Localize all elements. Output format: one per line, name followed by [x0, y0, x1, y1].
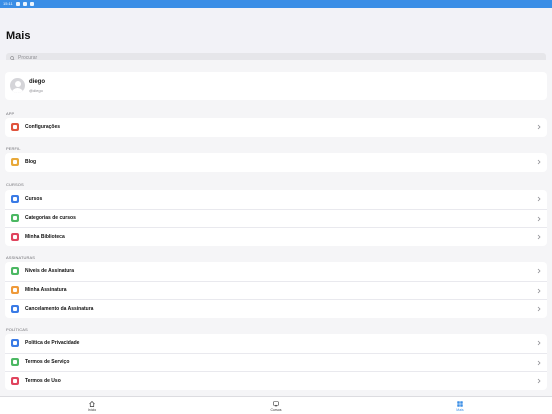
tab-label: Início [87, 408, 97, 412]
menu-item-label: Cursos [25, 196, 43, 203]
section-politicas: Política de Privacidade Termos de Serviç… [5, 334, 547, 390]
avatar [10, 78, 25, 93]
chat-icon [11, 195, 19, 204]
menu-item-label: Blog [25, 159, 37, 166]
menu-item-label: Termos de Serviço [25, 359, 70, 366]
menu-item-label: Configurações [25, 124, 61, 131]
chevron-right-icon [537, 306, 541, 312]
chevron-right-icon [537, 159, 541, 165]
tab-cursos[interactable]: Cursos [256, 397, 296, 414]
menu-item-label: Termos de Uso [25, 377, 61, 384]
menu-item-label: Política de Privacidade [25, 340, 80, 347]
menu-item-niveis[interactable]: Níveis de Assinatura [5, 262, 547, 281]
profile-name: diego [29, 79, 45, 85]
status-bar: 15:11 [0, 0, 552, 8]
user-icon [11, 304, 19, 313]
menu-item-label: Níveis de Assinatura [25, 268, 75, 275]
notification-icon [15, 2, 20, 6]
tab-mais[interactable]: Mais [440, 397, 480, 414]
document-icon [11, 339, 19, 348]
menu-item-configuracoes[interactable]: Configurações [5, 118, 547, 137]
menu-item-label: Minha Assinatura [25, 287, 67, 294]
notification-icon [22, 2, 27, 6]
menu-item-minha-assinatura[interactable]: Minha Assinatura [5, 280, 547, 300]
user-icon [11, 267, 19, 276]
menu-item-termos-servico[interactable]: Termos de Serviço [5, 352, 547, 372]
chevron-right-icon [537, 340, 541, 346]
section-app: Configurações [5, 118, 547, 137]
notification-icon [29, 2, 34, 6]
section-assinaturas: Níveis de Assinatura Minha Assinatura Ca… [5, 262, 547, 318]
menu-item-cancelamento[interactable]: Cancelamento da Assinatura [5, 299, 547, 318]
section-perfil: Blog [5, 153, 547, 172]
section-cursos: Cursos Categorias de cursos Minha Biblio… [5, 190, 547, 246]
section-label-app: APP [6, 111, 15, 116]
user-icon [11, 286, 19, 295]
menu-item-label: Cancelamento da Assinatura [25, 305, 94, 312]
menu-item-privacidade[interactable]: Política de Privacidade [5, 334, 547, 353]
tab-bar: Início Cursos Mais [0, 396, 552, 414]
tab-label: Mais [456, 408, 464, 412]
chevron-right-icon [537, 378, 541, 384]
profile-card[interactable]: diego @diego [5, 72, 547, 100]
menu-item-cursos[interactable]: Cursos [5, 190, 547, 209]
status-time: 15:11 [3, 1, 13, 6]
page-title: Mais [6, 30, 31, 42]
menu-item-blog[interactable]: Blog [5, 153, 547, 172]
document-icon [11, 358, 19, 367]
profile-handle: @diego [29, 88, 43, 93]
bookmark-icon [11, 232, 19, 241]
chevron-right-icon [537, 124, 541, 130]
section-label-assinaturas: ASSINATURAS [6, 255, 36, 260]
menu-item-termos-uso[interactable]: Termos de Uso [5, 371, 547, 390]
content-area[interactable]: diego @diego APP Configurações PERFIL Bl… [0, 60, 552, 396]
document-icon [11, 376, 19, 385]
menu-item-label: Minha Biblioteca [25, 233, 65, 240]
chevron-right-icon [537, 234, 541, 240]
menu-item-label: Categorias de cursos [25, 215, 76, 222]
tab-label: Cursos [270, 408, 282, 412]
home-icon [89, 401, 95, 407]
tab-inicio[interactable]: Início [72, 397, 112, 414]
section-label-perfil: PERFIL [6, 146, 21, 151]
chevron-right-icon [537, 196, 541, 202]
categories-icon [11, 214, 19, 223]
chevron-right-icon [537, 360, 541, 365]
gear-icon [11, 123, 19, 132]
chevron-right-icon [537, 268, 541, 274]
grid-icon [457, 401, 463, 407]
menu-item-categorias[interactable]: Categorias de cursos [5, 208, 547, 228]
section-label-politicas: POLÍTICAS [6, 327, 28, 332]
chevron-right-icon [537, 216, 541, 221]
blog-icon [11, 158, 19, 167]
courses-icon [273, 401, 279, 407]
section-label-cursos: CURSOS [6, 182, 24, 187]
chevron-right-icon [537, 288, 541, 293]
page-header: Mais Procurar [0, 8, 552, 63]
menu-item-biblioteca[interactable]: Minha Biblioteca [5, 227, 547, 246]
